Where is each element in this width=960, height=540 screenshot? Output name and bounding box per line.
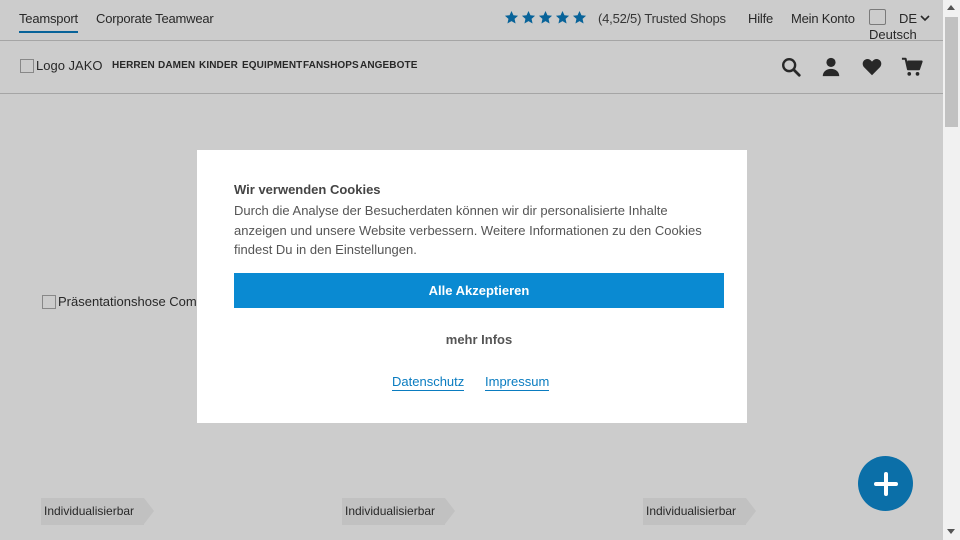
plus-icon — [873, 471, 898, 496]
scroll-up-arrow[interactable] — [947, 5, 955, 10]
scroll-thumb[interactable] — [945, 17, 958, 127]
cookie-dialog-text: Durch die Analyse der Besucherdaten könn… — [234, 203, 702, 257]
scroll-down-arrow[interactable] — [947, 529, 955, 534]
more-info-button[interactable]: mehr Infos — [234, 328, 724, 352]
accept-all-cookies-button[interactable]: Alle Akzeptieren — [234, 273, 724, 308]
privacy-link[interactable]: Datenschutz — [392, 374, 465, 391]
scrollbar[interactable] — [943, 0, 960, 540]
cookie-dialog-title: Wir verwenden Cookies — [234, 182, 381, 197]
floating-action-button[interactable] — [858, 456, 913, 511]
cookie-consent-dialog: Wir verwenden Cookies Durch die Analyse … — [197, 150, 747, 423]
imprint-link[interactable]: Impressum — [485, 374, 550, 391]
